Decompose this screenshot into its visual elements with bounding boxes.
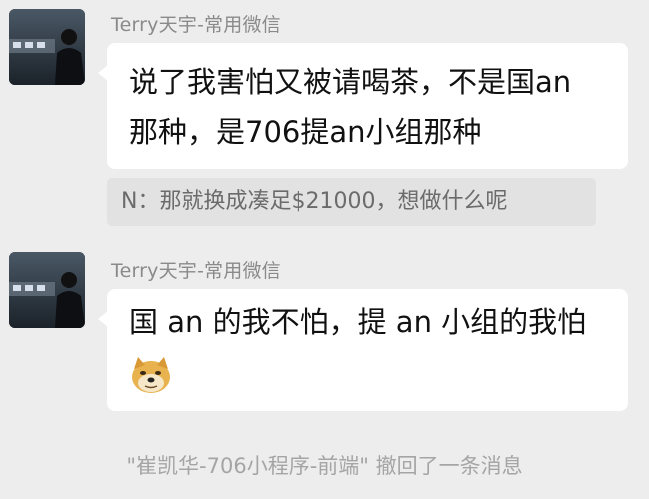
sender-name: Terry天宇-常用微信 xyxy=(111,260,281,282)
doge-emoji-icon xyxy=(129,355,173,395)
sender-avatar[interactable] xyxy=(9,9,85,85)
sender-avatar[interactable] xyxy=(9,252,85,328)
message-text-line: 国 an 的我不怕，提 an 小组的我怕 xyxy=(129,305,587,339)
message-bubble[interactable]: 说了我害怕又被请喝茶，不是国an 那种，是706提an小组那种 xyxy=(98,43,628,169)
recall-notice: "崔凯华-706小程序-前端" 撤回了一条消息 xyxy=(126,454,523,478)
quoted-message[interactable]: N：那就换成凑足$21000，想做什么呢 xyxy=(107,178,596,226)
sender-name: Terry天宇-常用微信 xyxy=(111,14,281,36)
avatar-image xyxy=(9,252,85,328)
avatar-image xyxy=(9,9,85,85)
chat-area: Terry天宇-常用微信 说了我害怕又被请喝茶，不是国an 那种，是706提an… xyxy=(0,0,649,499)
message-text-line: 说了我害怕又被请喝茶，不是国an xyxy=(129,65,572,99)
message-text-line: 那种，是706提an小组那种 xyxy=(129,115,482,149)
message-bubble[interactable]: 国 an 的我不怕，提 an 小组的我怕 xyxy=(98,289,628,411)
